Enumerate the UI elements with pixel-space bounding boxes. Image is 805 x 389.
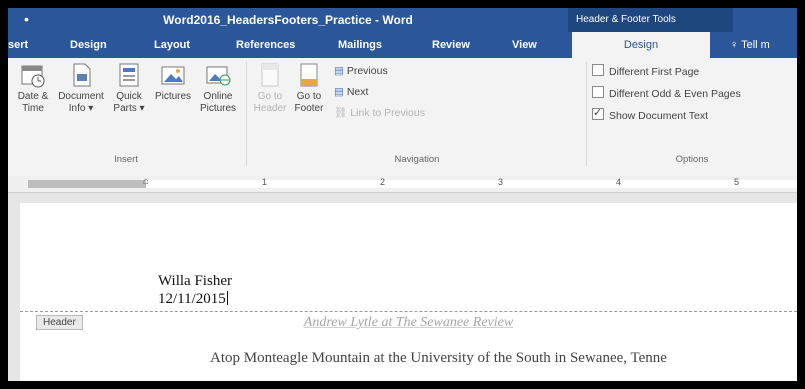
show-document-text-label: Show Document Text — [609, 110, 709, 122]
different-first-page-label: Different First Page — [609, 66, 700, 78]
go-to-header-label: Go to Header — [253, 91, 287, 114]
ribbon-tabs: sert Design Layout References Mailings R… — [8, 32, 797, 58]
navigation-group-label: Navigation — [394, 154, 440, 165]
tab-layout[interactable]: Layout — [154, 32, 190, 58]
body-text[interactable]: Atop Monteagle Mountain at the Universit… — [210, 350, 667, 367]
ruler-left-margin — [28, 180, 146, 188]
go-to-footer-label: Go to Footer — [294, 91, 324, 114]
ruler-number: 1 — [262, 177, 268, 187]
date-time-label: Date & Time — [17, 91, 49, 114]
tab-references[interactable]: References — [236, 32, 295, 58]
pictures-button[interactable]: Pictures — [150, 62, 196, 103]
go-to-footer-button[interactable]: Go to Footer — [290, 62, 328, 115]
ribbon: Date & Time Document Info ▾ Quick Parts … — [8, 58, 797, 177]
tell-me-label: Tell m — [741, 39, 770, 51]
date-time-button[interactable]: Date & Time — [12, 62, 54, 115]
previous-icon: ▤ — [334, 65, 344, 77]
date-text: 12/11/2015 — [158, 291, 226, 307]
insert-group-label: Insert — [114, 154, 138, 165]
document-area: Willa Fisher 12/11/2015 Header Andrew Ly… — [8, 193, 797, 381]
title-bar: • Word2016_HeadersFooters_Practice - Wor… — [8, 8, 797, 32]
checkbox-unchecked — [592, 86, 604, 98]
tell-me-box[interactable]: ♀ Tell m — [730, 32, 770, 58]
previous-button[interactable]: ▤ Previous — [334, 64, 388, 78]
document-page[interactable]: Willa Fisher 12/11/2015 Header Andrew Ly… — [20, 203, 797, 381]
go-to-header-button[interactable]: Go to Header — [252, 62, 288, 115]
previous-label: Previous — [346, 65, 388, 77]
tab-mailings[interactable]: Mailings — [338, 32, 382, 58]
different-first-page-checkbox[interactable]: Different First Page — [592, 64, 699, 79]
go-to-header-icon — [257, 62, 283, 88]
ruler-number: 2 — [380, 177, 386, 187]
ruler-number: 5 — [734, 177, 740, 187]
date-line[interactable]: 12/11/2015 — [158, 291, 228, 308]
horizontal-ruler[interactable]: 1 2 3 4 5 ⌂ — [8, 176, 797, 193]
checkbox-unchecked — [592, 64, 604, 76]
next-button[interactable]: ▤ Next — [334, 85, 368, 99]
document-info-label: Document Info — [58, 91, 104, 114]
lightbulb-icon: ♀ — [730, 39, 739, 51]
group-divider — [586, 62, 587, 166]
window-title: Word2016_HeadersFooters_Practice - Word — [163, 13, 413, 27]
document-info-button[interactable]: Document Info ▾ — [56, 62, 106, 115]
options-group-label: Options — [675, 154, 709, 165]
indent-marker-icon[interactable]: ⌂ — [143, 176, 149, 187]
tab-header-footer-design[interactable]: Design — [572, 32, 710, 58]
tab-design[interactable]: Design — [70, 32, 107, 58]
online-pictures-label: Online Pictures — [199, 91, 237, 114]
pictures-label: Pictures — [154, 91, 192, 102]
link-to-previous-label: Link to Previous — [350, 107, 425, 119]
ruler-number: 3 — [498, 177, 504, 187]
show-document-text-checkbox[interactable]: ✓ Show Document Text — [592, 107, 709, 123]
ruler-number: 4 — [616, 177, 622, 187]
online-picture-icon — [205, 62, 231, 88]
next-icon: ▤ — [334, 86, 344, 98]
next-label: Next — [346, 86, 369, 98]
group-divider — [246, 62, 247, 166]
calendar-icon — [20, 62, 46, 88]
article-title: Andrew Lytle at The Sewanee Review — [303, 315, 514, 330]
link-to-previous-button[interactable]: ⛓ Link to Previous — [334, 106, 425, 120]
tab-view[interactable]: View — [512, 32, 537, 58]
header-footer-tools-title: Header & Footer Tools — [568, 8, 733, 32]
document-info-icon — [68, 62, 94, 88]
header-boundary-line — [20, 311, 797, 312]
link-icon: ⛓ — [334, 107, 348, 119]
go-to-footer-icon — [296, 62, 322, 88]
checkbox-checked: ✓ — [592, 107, 604, 120]
different-odd-even-checkbox[interactable]: Different Odd & Even Pages — [592, 86, 741, 101]
word-window: • Word2016_HeadersFooters_Practice - Wor… — [8, 8, 797, 381]
quick-parts-button[interactable]: Quick Parts ▾ — [110, 62, 148, 115]
checkmark-icon: ✓ — [593, 107, 603, 119]
ruler-text-area — [146, 180, 797, 188]
tab-insert[interactable]: sert — [8, 32, 28, 58]
quick-parts-label: Quick Parts — [113, 91, 142, 114]
text-cursor — [226, 291, 228, 305]
online-pictures-button[interactable]: Online Pictures — [196, 62, 240, 115]
different-odd-even-label: Different Odd & Even Pages — [609, 88, 741, 100]
quick-parts-icon — [116, 62, 142, 88]
tab-review[interactable]: Review — [432, 32, 470, 58]
picture-icon — [160, 62, 186, 88]
author-name[interactable]: Willa Fisher — [158, 273, 232, 290]
